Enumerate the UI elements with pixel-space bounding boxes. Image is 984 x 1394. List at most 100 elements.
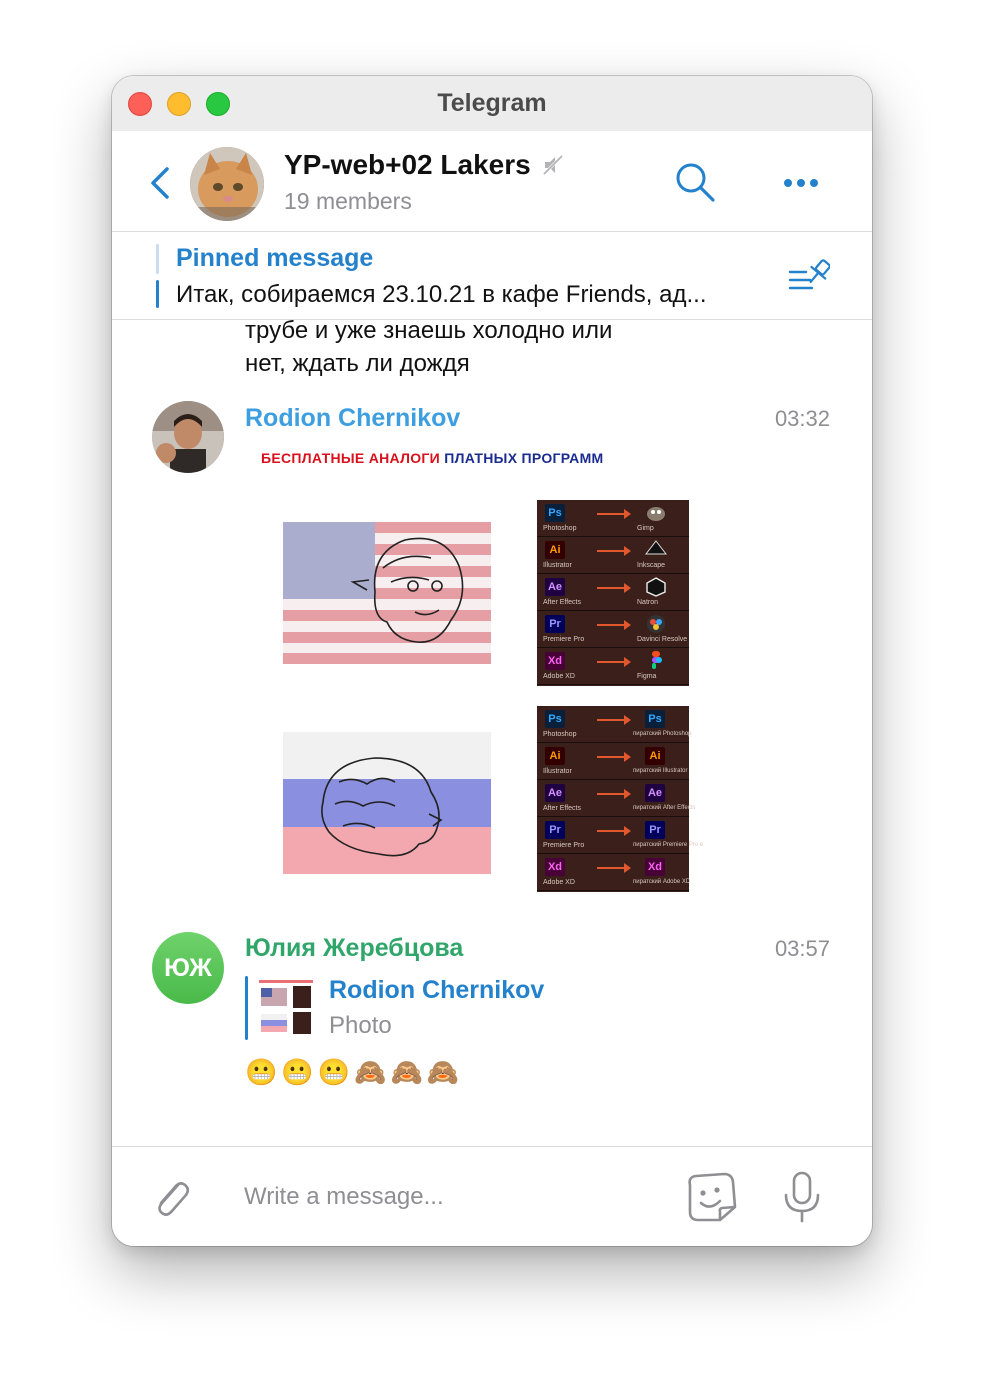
app-label: Photoshop xyxy=(543,525,577,532)
app-badge: Ae xyxy=(545,578,565,596)
alternative-label: пиратский Adobe XD xyxy=(633,879,691,885)
caption-blue-part: ПЛАТНЫХ ПРОГРАММ xyxy=(440,450,604,466)
app-badge: Ai xyxy=(645,747,665,765)
message-time: 03:57 xyxy=(774,936,830,961)
alternative-label: пиратский After Effects xyxy=(633,805,696,811)
app-label: Premiere Pro xyxy=(543,842,585,849)
figma-logo-icon xyxy=(652,651,662,669)
alternative-label: пиратский Photoshop xyxy=(633,731,692,737)
pinned-text: Итак, собираемся 23.10.21 в кафе Friends… xyxy=(176,281,707,308)
app-label: Adobe XD xyxy=(543,673,575,680)
us-flag-meme-image xyxy=(283,522,491,664)
app-badge: Ps xyxy=(545,710,565,728)
search-icon[interactable] xyxy=(674,161,716,203)
pirated-apps-table-image: Ps Photoshop Ps пиратский Photoshop Ai I… xyxy=(537,706,703,892)
telegram-window: Telegram YP-web+02 Lakers 19 members Pin… xyxy=(112,76,872,1246)
reply-author: Rodion Chernikov xyxy=(329,976,545,1004)
arrow-right-icon xyxy=(597,789,631,799)
adobe-alternatives-table-image: Ps Photoshop Gimp Ai Illustrator Inkscap… xyxy=(537,500,689,686)
alternative-label: Figma xyxy=(637,673,657,680)
sender-name[interactable]: Юлия Жеребцова xyxy=(245,934,463,963)
arrow-right-icon xyxy=(597,620,631,630)
pinned-indicator-inactive xyxy=(156,244,159,274)
sticker-emoji-icon[interactable] xyxy=(684,1171,738,1223)
app-label: After Effects xyxy=(543,599,581,606)
group-avatar[interactable] xyxy=(190,147,264,221)
muted-speaker-icon xyxy=(542,154,564,176)
app-label: Adobe XD xyxy=(543,879,575,886)
back-arrow-icon[interactable] xyxy=(148,165,172,201)
message-list[interactable]: трубе и уже знаешь холодно или нет, ждат… xyxy=(112,320,872,1146)
more-options-icon[interactable] xyxy=(780,168,822,198)
chat-header: YP-web+02 Lakers 19 members xyxy=(112,131,872,232)
table-row: Ai Illustrator Inkscape xyxy=(537,537,689,574)
reply-quote[interactable]: Rodion Chernikov Photo xyxy=(245,974,665,1042)
app-label: Premiere Pro xyxy=(543,636,585,643)
app-badge: Ai xyxy=(545,747,565,765)
app-label: Photoshop xyxy=(543,731,577,738)
table-row: Xd Adobe XD Xd пиратский Adobe XD xyxy=(537,854,691,891)
members-count: 19 members xyxy=(284,188,412,214)
table-row: Ps Photoshop Gimp xyxy=(537,500,689,537)
reply-photo-thumbnail xyxy=(257,978,315,1038)
photo-attachment[interactable]: БЕСПЛАТНЫЕ АНАЛОГИ ПЛАТНЫХ ПРОГРАММ Ps P… xyxy=(245,440,725,900)
sender-name[interactable]: Rodion Chernikov xyxy=(245,404,460,433)
app-badge: Ae xyxy=(545,784,565,802)
table-row: Xd Adobe XD Figma xyxy=(537,648,689,685)
russian-flag-meme-image xyxy=(283,732,491,874)
cat-photo-icon xyxy=(190,147,264,221)
app-badge: Ps xyxy=(545,504,565,522)
app-badge: Xd xyxy=(545,652,565,670)
table-row: Pr Premiere Pro Davinci Resolve xyxy=(537,611,689,648)
pinned-title: Pinned message xyxy=(176,244,374,272)
person-photo-icon xyxy=(152,401,224,473)
title-bar: Telegram xyxy=(112,76,872,131)
table-row: Ps Photoshop Ps пиратский Photoshop xyxy=(537,706,692,743)
alternative-label: Davinci Resolve xyxy=(637,636,688,643)
table-row: Ai Illustrator Ai пиратский Illustrator xyxy=(537,743,689,780)
natron-logo-icon xyxy=(646,577,666,597)
sender-avatar-yulia[interactable]: ЮЖ xyxy=(152,932,224,1004)
previous-text-line: трубе и уже знаешь холодно или xyxy=(245,320,613,344)
table-row: Ae After Effects Natron xyxy=(537,574,689,611)
app-badge: Pr xyxy=(545,615,565,633)
paperclip-icon[interactable] xyxy=(148,1175,194,1221)
inkscape-logo-icon xyxy=(645,540,667,555)
pinned-message-bar[interactable]: Pinned message Итак, собираемся 23.10.21… xyxy=(112,232,872,320)
reply-preview-text: Photo xyxy=(329,1012,392,1039)
message-text: 😬😬😬🙈🙈🙈 xyxy=(245,1058,464,1088)
microphone-icon[interactable] xyxy=(782,1171,822,1223)
app-badge: Pr xyxy=(545,821,565,839)
app-badge: Ai xyxy=(545,541,565,559)
alternative-label: Inkscape xyxy=(637,562,666,569)
photo-caption: БЕСПЛАТНЫЕ АНАЛОГИ ПЛАТНЫХ ПРОГРАММ xyxy=(261,450,604,466)
alternative-label: Natron xyxy=(637,599,659,606)
app-badge: Xd xyxy=(545,858,565,876)
alternative-label: пиратский Premiere Pro e xyxy=(633,842,704,848)
reply-accent-bar xyxy=(245,976,248,1040)
pinned-list-icon[interactable] xyxy=(788,258,830,294)
arrow-right-icon xyxy=(597,715,631,725)
gimp-logo-icon xyxy=(647,507,665,521)
arrow-right-icon xyxy=(597,583,631,593)
arrow-right-icon xyxy=(597,546,631,556)
sender-avatar-rodion[interactable] xyxy=(152,401,224,473)
arrow-right-icon xyxy=(597,657,631,667)
previous-message-text: трубе и уже знаешь холодно или нет, ждат… xyxy=(245,320,612,380)
arrow-right-icon xyxy=(597,752,631,762)
app-badge: Ae xyxy=(645,784,665,802)
davinci-logo-icon xyxy=(647,615,665,633)
app-label: After Effects xyxy=(543,805,581,812)
pinned-indicator-active xyxy=(156,280,159,308)
previous-text-line: нет, ждать ли дождя xyxy=(245,350,470,377)
window-title: Telegram xyxy=(437,89,547,117)
message-time: 03:32 xyxy=(774,406,830,431)
alternative-label: пиратский Illustrator xyxy=(633,768,688,774)
table-row: Pr Premiere Pro Pr пиратский Premiere Pr… xyxy=(537,817,703,854)
app-label: Illustrator xyxy=(543,768,572,775)
arrow-right-icon xyxy=(597,826,631,836)
group-name[interactable]: YP-web+02 Lakers xyxy=(284,149,531,181)
app-badge: Xd xyxy=(645,858,665,876)
app-label: Illustrator xyxy=(543,562,572,569)
message-input[interactable] xyxy=(244,1177,664,1217)
